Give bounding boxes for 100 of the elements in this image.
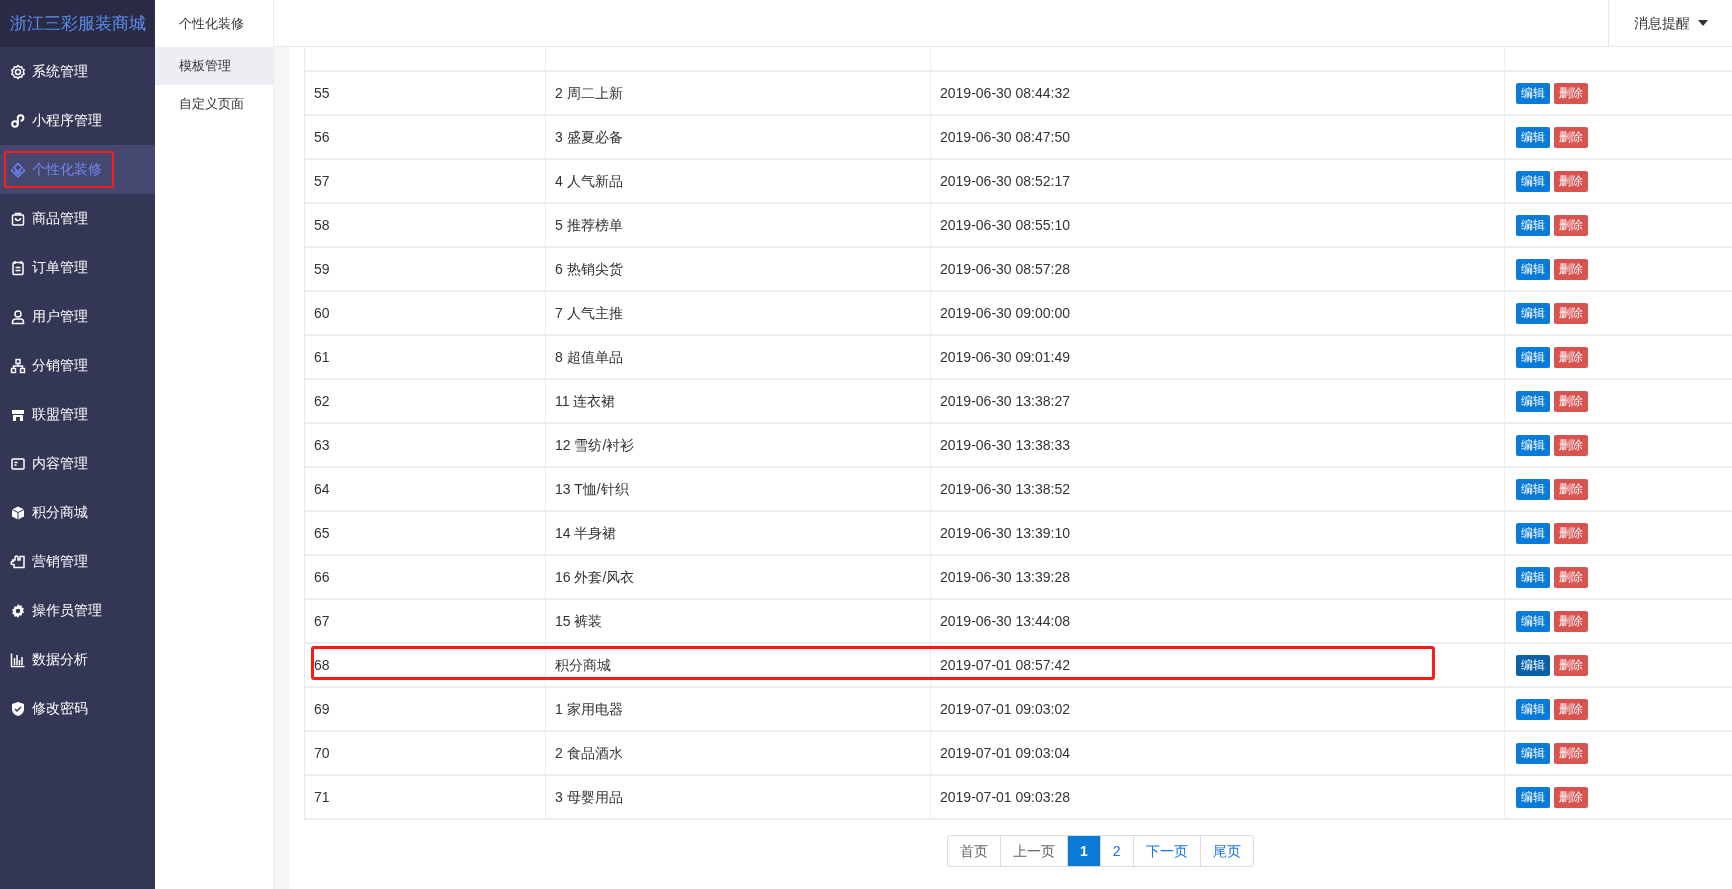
delete-button[interactable]: 删除 <box>1554 434 1588 456</box>
delete-button[interactable]: 删除 <box>1554 126 1588 148</box>
time-cell: 2019-06-30 13:39:10 <box>931 512 1505 554</box>
edit-button[interactable]: 编辑 <box>1516 82 1550 104</box>
page-button[interactable]: 1 <box>1067 835 1101 867</box>
name-cell: 积分商城 <box>546 644 931 686</box>
sidebar-item[interactable]: 个性化装修 <box>0 145 155 194</box>
delete-button[interactable]: 删除 <box>1554 610 1588 632</box>
delete-button[interactable]: 删除 <box>1554 214 1588 236</box>
name-cell: 6 热销尖货 <box>546 248 931 290</box>
time-cell: 2019-06-30 08:55:10 <box>931 204 1505 246</box>
sidebar-item[interactable]: 联盟管理 <box>0 390 155 439</box>
name-cell: 7 人气主推 <box>546 292 931 334</box>
sidebar-item[interactable]: 系统管理 <box>0 47 155 96</box>
sidebar-label: 内容管理 <box>32 454 88 473</box>
id-cell: 67 <box>305 600 546 642</box>
sidebar-item[interactable]: 数据分析 <box>0 635 155 684</box>
name-cell: 2 食品酒水 <box>546 732 931 774</box>
name-cell: 4 人气新品 <box>546 160 931 202</box>
time-cell: 2019-06-30 08:47:50 <box>931 116 1505 158</box>
sidebar-item[interactable]: 订单管理 <box>0 243 155 292</box>
edit-button[interactable]: 编辑 <box>1516 522 1550 544</box>
time-cell: 2019-07-01 09:03:04 <box>931 732 1505 774</box>
edit-button[interactable]: 编辑 <box>1516 302 1550 324</box>
sidebar-label: 积分商城 <box>32 503 88 522</box>
delete-button[interactable]: 删除 <box>1554 654 1588 676</box>
sidebar-item[interactable]: 商品管理 <box>0 194 155 243</box>
sidebar-label: 小程序管理 <box>32 111 102 130</box>
edit-button[interactable]: 编辑 <box>1516 566 1550 588</box>
bar-chart-icon <box>10 651 26 668</box>
delete-button[interactable]: 删除 <box>1554 302 1588 324</box>
calendar-icon <box>10 259 26 276</box>
delete-button[interactable]: 删除 <box>1554 566 1588 588</box>
sidebar-item[interactable]: 营销管理 <box>0 537 155 586</box>
user-icon <box>10 308 26 325</box>
edit-button[interactable]: 编辑 <box>1516 258 1550 280</box>
delete-button[interactable]: 删除 <box>1554 478 1588 500</box>
edit-button[interactable]: 编辑 <box>1516 346 1550 368</box>
edit-button[interactable]: 编辑 <box>1516 698 1550 720</box>
delete-button[interactable]: 删除 <box>1554 786 1588 808</box>
page-button[interactable]: 首页 <box>947 835 1001 867</box>
delete-button[interactable]: 删除 <box>1554 698 1588 720</box>
page-button[interactable]: 尾页 <box>1199 835 1254 867</box>
sidebar-label: 系统管理 <box>32 62 88 81</box>
sidebar-item[interactable]: 分销管理 <box>0 341 155 390</box>
sidebar-label: 营销管理 <box>32 552 88 571</box>
page-button[interactable]: 上一页 <box>1000 835 1068 867</box>
caret-icon[interactable] <box>1697 20 1708 26</box>
edit-button[interactable]: 编辑 <box>1516 478 1550 500</box>
delete-button[interactable]: 删除 <box>1554 82 1588 104</box>
edit-button[interactable]: 编辑 <box>1516 214 1550 236</box>
sidebar-label: 用户管理 <box>32 307 88 326</box>
name-cell: 14 半身裙 <box>546 512 931 554</box>
link-icon <box>10 112 26 129</box>
bag-icon <box>10 210 26 227</box>
time-cell: 2019-06-30 13:44:08 <box>931 600 1505 642</box>
sidebar-label: 分销管理 <box>32 356 88 375</box>
delete-button[interactable]: 删除 <box>1554 170 1588 192</box>
edit-button[interactable]: 编辑 <box>1516 742 1550 764</box>
sidebar-label: 个性化装修 <box>32 160 102 179</box>
subnav-item[interactable]: 模板管理 <box>155 47 273 85</box>
time-cell: 2019-06-30 08:57:28 <box>931 248 1505 290</box>
id-cell: 56 <box>305 116 546 158</box>
notice-dropdown[interactable]: 消息提醒 <box>1633 12 1690 34</box>
time-cell: 2019-06-30 08:44:32 <box>931 72 1505 114</box>
delete-button[interactable]: 删除 <box>1554 522 1588 544</box>
id-cell: 65 <box>305 512 546 554</box>
delete-button[interactable]: 删除 <box>1554 390 1588 412</box>
edit-button[interactable]: 编辑 <box>1516 390 1550 412</box>
name-cell: 15 裤装 <box>546 600 931 642</box>
id-cell: 70 <box>305 732 546 774</box>
sidebar-item[interactable]: 操作员管理 <box>0 586 155 635</box>
id-cell: 61 <box>305 336 546 378</box>
page-button[interactable]: 下一页 <box>1132 835 1201 867</box>
name-cell: 8 超值单品 <box>546 336 931 378</box>
delete-button[interactable]: 删除 <box>1554 346 1588 368</box>
edit-button[interactable]: 编辑 <box>1516 434 1550 456</box>
sidebar-label: 修改密码 <box>32 699 88 718</box>
name-cell: 3 母婴用品 <box>546 776 931 818</box>
name-cell: 1 家用电器 <box>546 688 931 730</box>
edit-button[interactable]: 编辑 <box>1516 610 1550 632</box>
delete-button[interactable]: 删除 <box>1554 258 1588 280</box>
sidebar-item[interactable]: 积分商城 <box>0 488 155 537</box>
sidebar-label: 商品管理 <box>32 209 88 228</box>
sidebar-item[interactable]: 修改密码 <box>0 684 155 733</box>
id-cell: 71 <box>305 776 546 818</box>
edit-button[interactable]: 编辑 <box>1516 786 1550 808</box>
page-button[interactable]: 2 <box>1099 835 1134 867</box>
sidebar-item[interactable]: 内容管理 <box>0 439 155 488</box>
hierarchy-icon <box>10 357 26 374</box>
sidebar-item[interactable]: 用户管理 <box>0 292 155 341</box>
edit-button[interactable]: 编辑 <box>1516 126 1550 148</box>
id-cell: 55 <box>305 72 546 114</box>
edit-button[interactable]: 编辑 <box>1516 170 1550 192</box>
edit-button[interactable]: 编辑 <box>1516 654 1550 676</box>
sidebar-item[interactable]: 小程序管理 <box>0 96 155 145</box>
panel-icon <box>10 455 26 472</box>
time-cell: 2019-06-30 13:39:28 <box>931 556 1505 598</box>
time-cell: 2019-06-30 13:38:52 <box>931 468 1505 510</box>
delete-button[interactable]: 删除 <box>1554 742 1588 764</box>
